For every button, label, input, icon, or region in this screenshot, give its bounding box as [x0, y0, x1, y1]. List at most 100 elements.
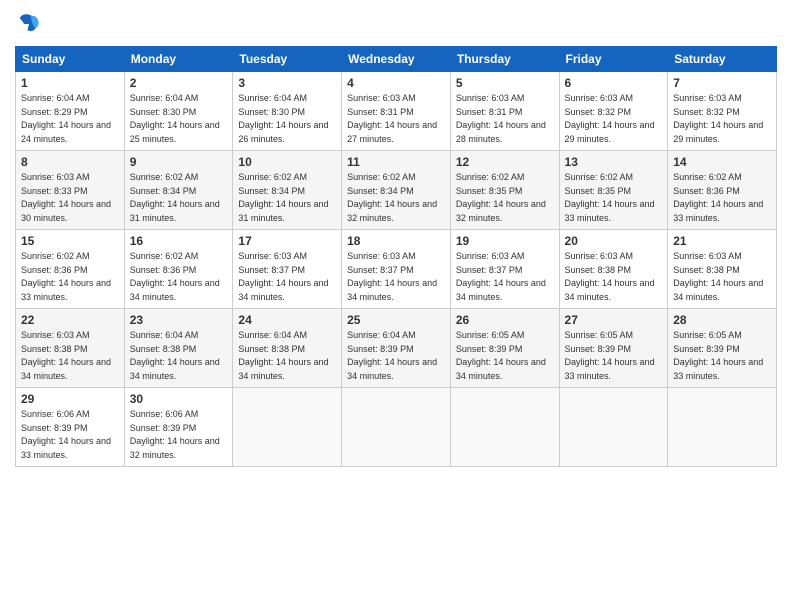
- weekday-header-sunday: Sunday: [16, 47, 125, 72]
- day-number: 5: [456, 76, 554, 90]
- weekday-header-friday: Friday: [559, 47, 668, 72]
- day-number: 29: [21, 392, 119, 406]
- calendar-week-3: 15 Sunrise: 6:02 AMSunset: 8:36 PMDayligh…: [16, 230, 777, 309]
- day-number: 9: [130, 155, 228, 169]
- day-info: Sunrise: 6:03 AMSunset: 8:32 PMDaylight:…: [673, 92, 771, 146]
- day-number: 15: [21, 234, 119, 248]
- day-info: Sunrise: 6:02 AMSunset: 8:34 PMDaylight:…: [347, 171, 445, 225]
- day-info: Sunrise: 6:03 AMSunset: 8:37 PMDaylight:…: [456, 250, 554, 304]
- day-info: Sunrise: 6:04 AMSunset: 8:39 PMDaylight:…: [347, 329, 445, 383]
- calendar-cell: 7 Sunrise: 6:03 AMSunset: 8:32 PMDaylight…: [668, 72, 777, 151]
- day-number: 24: [238, 313, 336, 327]
- day-info: Sunrise: 6:06 AMSunset: 8:39 PMDaylight:…: [21, 408, 119, 462]
- day-info: Sunrise: 6:05 AMSunset: 8:39 PMDaylight:…: [673, 329, 771, 383]
- calendar-cell: 22 Sunrise: 6:03 AMSunset: 8:38 PMDayligh…: [16, 309, 125, 388]
- calendar-week-5: 29 Sunrise: 6:06 AMSunset: 8:39 PMDayligh…: [16, 388, 777, 467]
- calendar-cell: [342, 388, 451, 467]
- calendar-cell: 12 Sunrise: 6:02 AMSunset: 8:35 PMDayligh…: [450, 151, 559, 230]
- calendar-cell: [233, 388, 342, 467]
- calendar-cell: 9 Sunrise: 6:02 AMSunset: 8:34 PMDaylight…: [124, 151, 233, 230]
- calendar-cell: 13Sunrise: 6:02 AMSunset: 8:35 PMDayligh…: [559, 151, 668, 230]
- logo: [15, 10, 47, 38]
- calendar-cell: 20Sunrise: 6:03 AMSunset: 8:38 PMDayligh…: [559, 230, 668, 309]
- day-number: 6: [565, 76, 663, 90]
- day-number: 2: [130, 76, 228, 90]
- day-info: Sunrise: 6:02 AMSunset: 8:36 PMDaylight:…: [130, 250, 228, 304]
- logo-icon: [15, 10, 43, 38]
- day-info: Sunrise: 6:02 AMSunset: 8:35 PMDaylight:…: [565, 171, 663, 225]
- day-info: Sunrise: 6:06 AMSunset: 8:39 PMDaylight:…: [130, 408, 228, 462]
- day-info: Sunrise: 6:03 AMSunset: 8:38 PMDaylight:…: [673, 250, 771, 304]
- day-number: 21: [673, 234, 771, 248]
- day-info: Sunrise: 6:04 AMSunset: 8:30 PMDaylight:…: [130, 92, 228, 146]
- day-info: Sunrise: 6:05 AMSunset: 8:39 PMDaylight:…: [565, 329, 663, 383]
- day-info: Sunrise: 6:04 AMSunset: 8:30 PMDaylight:…: [238, 92, 336, 146]
- calendar-cell: 18Sunrise: 6:03 AMSunset: 8:37 PMDayligh…: [342, 230, 451, 309]
- day-info: Sunrise: 6:02 AMSunset: 8:36 PMDaylight:…: [21, 250, 119, 304]
- calendar-cell: 26 Sunrise: 6:05 AMSunset: 8:39 PMDayligh…: [450, 309, 559, 388]
- day-number: 28: [673, 313, 771, 327]
- calendar-cell: 4 Sunrise: 6:03 AMSunset: 8:31 PMDaylight…: [342, 72, 451, 151]
- day-number: 12: [456, 155, 554, 169]
- day-number: 11: [347, 155, 445, 169]
- day-info: Sunrise: 6:05 AMSunset: 8:39 PMDaylight:…: [456, 329, 554, 383]
- day-number: 18: [347, 234, 445, 248]
- day-info: Sunrise: 6:03 AMSunset: 8:38 PMDaylight:…: [21, 329, 119, 383]
- calendar-cell: 16 Sunrise: 6:02 AMSunset: 8:36 PMDayligh…: [124, 230, 233, 309]
- calendar-table: SundayMondayTuesdayWednesdayThursdayFrid…: [15, 46, 777, 467]
- calendar-cell: 21 Sunrise: 6:03 AMSunset: 8:38 PMDayligh…: [668, 230, 777, 309]
- day-number: 26: [456, 313, 554, 327]
- calendar-cell: 17 Sunrise: 6:03 AMSunset: 8:37 PMDayligh…: [233, 230, 342, 309]
- calendar-cell: 2 Sunrise: 6:04 AMSunset: 8:30 PMDaylight…: [124, 72, 233, 151]
- calendar-week-2: 8Sunrise: 6:03 AMSunset: 8:33 PMDaylight…: [16, 151, 777, 230]
- day-number: 10: [238, 155, 336, 169]
- day-info: Sunrise: 6:02 AMSunset: 8:34 PMDaylight:…: [130, 171, 228, 225]
- day-info: Sunrise: 6:03 AMSunset: 8:32 PMDaylight:…: [565, 92, 663, 146]
- calendar-cell: 24Sunrise: 6:04 AMSunset: 8:38 PMDayligh…: [233, 309, 342, 388]
- day-number: 16: [130, 234, 228, 248]
- weekday-header-wednesday: Wednesday: [342, 47, 451, 72]
- weekday-header-tuesday: Tuesday: [233, 47, 342, 72]
- calendar-cell: 30 Sunrise: 6:06 AMSunset: 8:39 PMDayligh…: [124, 388, 233, 467]
- calendar-cell: 25 Sunrise: 6:04 AMSunset: 8:39 PMDayligh…: [342, 309, 451, 388]
- header: [15, 10, 777, 38]
- calendar-cell: [450, 388, 559, 467]
- calendar-cell: 5 Sunrise: 6:03 AMSunset: 8:31 PMDaylight…: [450, 72, 559, 151]
- day-info: Sunrise: 6:04 AMSunset: 8:38 PMDaylight:…: [130, 329, 228, 383]
- calendar-cell: 19 Sunrise: 6:03 AMSunset: 8:37 PMDayligh…: [450, 230, 559, 309]
- day-number: 14: [673, 155, 771, 169]
- calendar-cell: 6 Sunrise: 6:03 AMSunset: 8:32 PMDaylight…: [559, 72, 668, 151]
- calendar-cell: 27 Sunrise: 6:05 AMSunset: 8:39 PMDayligh…: [559, 309, 668, 388]
- calendar-week-4: 22 Sunrise: 6:03 AMSunset: 8:38 PMDayligh…: [16, 309, 777, 388]
- day-number: 22: [21, 313, 119, 327]
- calendar-cell: [668, 388, 777, 467]
- day-info: Sunrise: 6:03 AMSunset: 8:37 PMDaylight:…: [238, 250, 336, 304]
- day-number: 8: [21, 155, 119, 169]
- weekday-header-saturday: Saturday: [668, 47, 777, 72]
- day-info: Sunrise: 6:03 AMSunset: 8:31 PMDaylight:…: [347, 92, 445, 146]
- calendar-cell: 11 Sunrise: 6:02 AMSunset: 8:34 PMDayligh…: [342, 151, 451, 230]
- day-number: 4: [347, 76, 445, 90]
- day-number: 30: [130, 392, 228, 406]
- day-number: 17: [238, 234, 336, 248]
- day-info: Sunrise: 6:03 AMSunset: 8:31 PMDaylight:…: [456, 92, 554, 146]
- weekday-header-thursday: Thursday: [450, 47, 559, 72]
- day-info: Sunrise: 6:04 AMSunset: 8:29 PMDaylight:…: [21, 92, 119, 146]
- day-number: 20: [565, 234, 663, 248]
- calendar-cell: 23 Sunrise: 6:04 AMSunset: 8:38 PMDayligh…: [124, 309, 233, 388]
- day-number: 7: [673, 76, 771, 90]
- weekday-header-row: SundayMondayTuesdayWednesdayThursdayFrid…: [16, 47, 777, 72]
- day-number: 27: [565, 313, 663, 327]
- calendar-cell: 14 Sunrise: 6:02 AMSunset: 8:36 PMDayligh…: [668, 151, 777, 230]
- day-info: Sunrise: 6:02 AMSunset: 8:35 PMDaylight:…: [456, 171, 554, 225]
- weekday-header-monday: Monday: [124, 47, 233, 72]
- day-number: 25: [347, 313, 445, 327]
- page: SundayMondayTuesdayWednesdayThursdayFrid…: [0, 0, 792, 612]
- calendar-cell: [559, 388, 668, 467]
- day-number: 19: [456, 234, 554, 248]
- calendar-cell: 29 Sunrise: 6:06 AMSunset: 8:39 PMDayligh…: [16, 388, 125, 467]
- day-info: Sunrise: 6:02 AMSunset: 8:36 PMDaylight:…: [673, 171, 771, 225]
- day-number: 3: [238, 76, 336, 90]
- day-number: 23: [130, 313, 228, 327]
- calendar-cell: 8Sunrise: 6:03 AMSunset: 8:33 PMDaylight…: [16, 151, 125, 230]
